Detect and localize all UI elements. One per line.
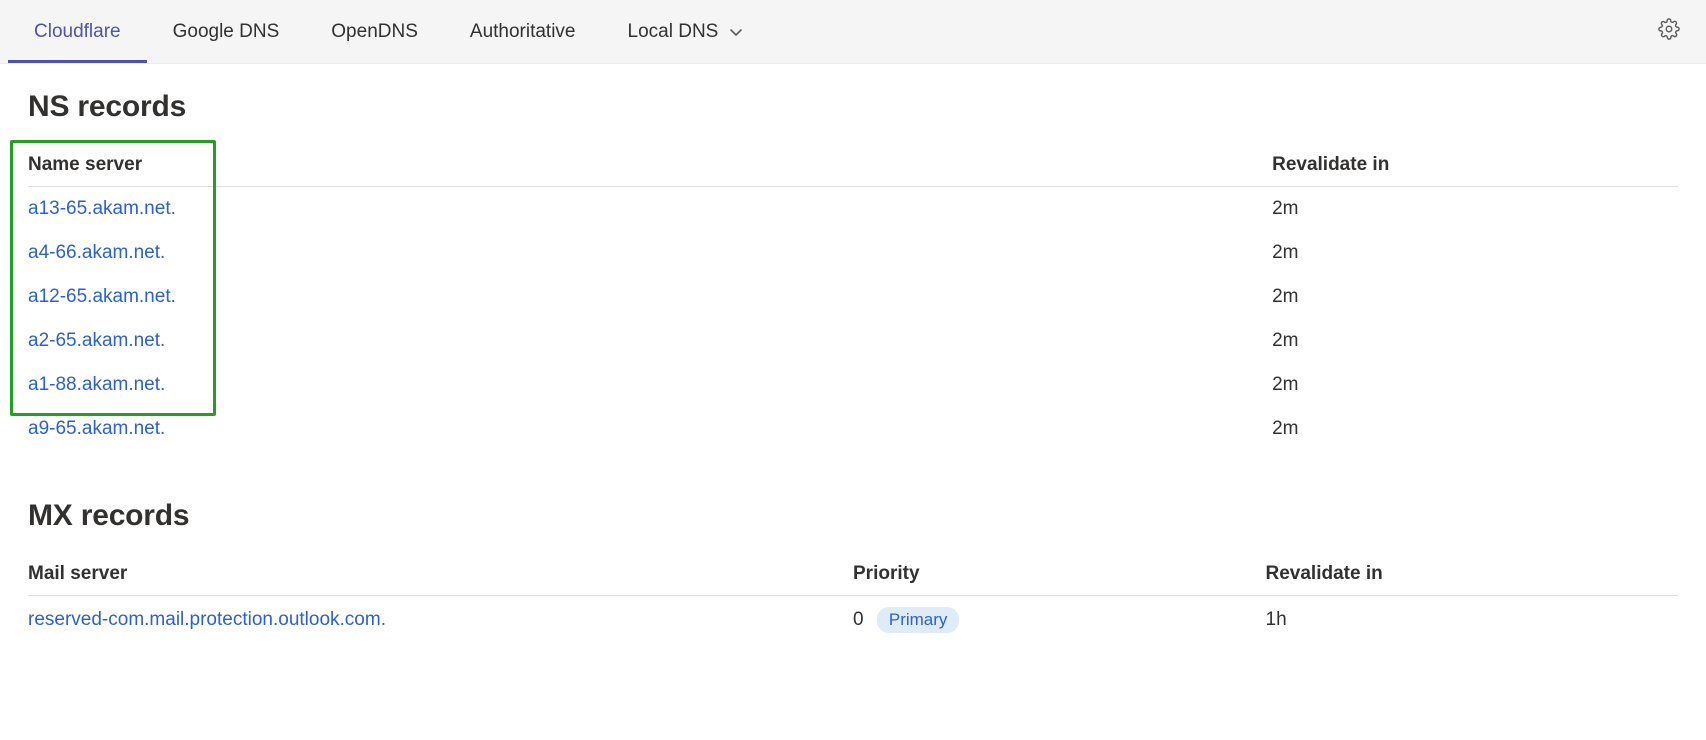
chevron-down-icon — [728, 24, 744, 40]
tab-opendns[interactable]: OpenDNS — [305, 0, 444, 63]
tabs-bar: Cloudflare Google DNS OpenDNS Authoritat… — [0, 0, 1706, 64]
table-row: a12-65.akam.net. 2m — [28, 275, 1678, 319]
mx-records-title: MX records — [28, 499, 1678, 533]
ns-revalidate-value: 2m — [1272, 275, 1678, 319]
tab-label: Cloudflare — [34, 21, 121, 43]
ns-server-link[interactable]: a9-65.akam.net. — [28, 418, 165, 439]
table-row: a4-66.akam.net. 2m — [28, 231, 1678, 275]
tab-google-dns[interactable]: Google DNS — [147, 0, 306, 63]
mx-records-table: Mail server Priority Revalidate in reser… — [28, 553, 1678, 644]
tab-cloudflare[interactable]: Cloudflare — [8, 0, 147, 63]
mx-header-revalidate: Revalidate in — [1266, 553, 1679, 596]
settings-button[interactable] — [1658, 18, 1698, 45]
table-row: a9-65.akam.net. 2m — [28, 407, 1678, 451]
table-row: a2-65.akam.net. 2m — [28, 319, 1678, 363]
table-row: a1-88.akam.net. 2m — [28, 363, 1678, 407]
mx-server-link[interactable]: reserved-com.mail.protection.outlook.com… — [28, 609, 386, 630]
ns-revalidate-value: 2m — [1272, 319, 1678, 363]
tab-label: Google DNS — [173, 21, 280, 43]
mx-priority-value: 0 — [853, 609, 864, 630]
ns-revalidate-value: 2m — [1272, 407, 1678, 451]
ns-header-revalidate: Revalidate in — [1272, 144, 1678, 187]
ns-revalidate-value: 2m — [1272, 187, 1678, 232]
ns-records-title: NS records — [28, 90, 1678, 124]
gear-icon — [1658, 18, 1680, 45]
table-row: reserved-com.mail.protection.outlook.com… — [28, 596, 1678, 645]
tab-local-dns[interactable]: Local DNS — [602, 0, 771, 63]
ns-server-link[interactable]: a12-65.akam.net. — [28, 286, 176, 307]
mx-header-priority: Priority — [853, 553, 1266, 596]
mx-header-server: Mail server — [28, 553, 853, 596]
ns-server-link[interactable]: a4-66.akam.net. — [28, 242, 165, 263]
ns-revalidate-value: 2m — [1272, 231, 1678, 275]
mx-records-section: MX records Mail server Priority Revalida… — [28, 499, 1678, 644]
ns-server-link[interactable]: a1-88.akam.net. — [28, 374, 165, 395]
tab-label: Authoritative — [470, 21, 576, 43]
mx-revalidate-value: 1h — [1266, 596, 1679, 645]
table-row: a13-65.akam.net. 2m — [28, 187, 1678, 232]
ns-records-section: NS records Name server Revalidate in a13… — [28, 90, 1678, 451]
tab-label: Local DNS — [628, 21, 719, 43]
ns-server-link[interactable]: a13-65.akam.net. — [28, 198, 176, 219]
ns-server-link[interactable]: a2-65.akam.net. — [28, 330, 165, 351]
main-content: NS records Name server Revalidate in a13… — [0, 64, 1706, 732]
ns-revalidate-value: 2m — [1272, 363, 1678, 407]
ns-header-name: Name server — [28, 144, 1272, 187]
tab-label: OpenDNS — [331, 21, 418, 43]
primary-badge: Primary — [877, 607, 960, 633]
ns-records-table: Name server Revalidate in a13-65.akam.ne… — [28, 144, 1678, 451]
tab-authoritative[interactable]: Authoritative — [444, 0, 602, 63]
